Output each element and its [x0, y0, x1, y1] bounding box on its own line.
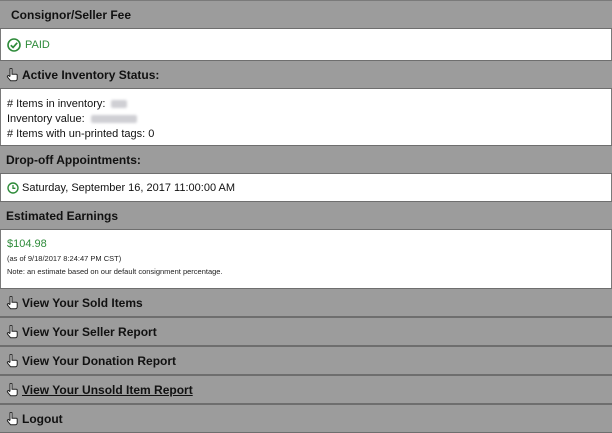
inventory-section: # Items in inventory: Inventory value: #…	[0, 89, 612, 145]
earnings-as-of: (as of 9/18/2017 8:24:47 PM CST)	[7, 254, 122, 263]
appointment-datetime: Saturday, September 16, 2017 11:00:00 AM	[22, 181, 236, 194]
inventory-title: Active Inventory Status:	[22, 67, 160, 82]
earnings-title: Estimated Earnings	[6, 208, 119, 223]
earnings-note: Note: an estimate based on our default c…	[7, 267, 223, 276]
unprinted-tags-value: 0	[148, 128, 155, 140]
logout-link[interactable]: Logout	[0, 404, 612, 433]
hand-pointer-icon	[6, 295, 18, 310]
consignor-fee-section: PAID	[0, 29, 612, 60]
view-unsold-report-link[interactable]: View Your Unsold Item Report	[0, 375, 612, 404]
earnings-amount: $104.98	[7, 238, 47, 250]
view-donation-report-link[interactable]: View Your Donation Report	[0, 346, 612, 375]
inventory-header[interactable]: Active Inventory Status:	[0, 60, 612, 89]
account-panel: Consignor/Seller Fee PAID Active Invento…	[0, 0, 612, 433]
earnings-header: Estimated Earnings	[0, 201, 612, 230]
check-circle-icon	[7, 37, 21, 52]
items-in-inventory-value-redacted	[111, 100, 128, 109]
hand-pointer-icon	[6, 67, 18, 82]
items-in-inventory-label: # Items in inventory:	[7, 98, 106, 110]
consignor-fee-title: Consignor/Seller Fee	[11, 7, 132, 22]
inventory-value-redacted	[90, 115, 137, 124]
view-sold-items-label: View Your Sold Items	[22, 295, 143, 310]
view-sold-items-link[interactable]: View Your Sold Items	[0, 288, 612, 317]
fee-status: PAID	[25, 38, 50, 51]
view-seller-report-link[interactable]: View Your Seller Report	[0, 317, 612, 346]
dropoff-header: Drop-off Appointments:	[0, 145, 612, 174]
view-donation-report-label: View Your Donation Report	[22, 353, 177, 368]
dropoff-title: Drop-off Appointments:	[6, 152, 141, 167]
items-in-inventory-row: # Items in inventory:	[7, 97, 611, 112]
clock-icon	[7, 181, 19, 194]
view-seller-report-label: View Your Seller Report	[22, 324, 157, 339]
unprinted-tags-row: # Items with un-printed tags: 0	[7, 127, 611, 142]
view-unsold-report-label: View Your Unsold Item Report	[22, 382, 193, 397]
unprinted-tags-label: # Items with un-printed tags:	[7, 128, 146, 140]
consignor-fee-header: Consignor/Seller Fee	[0, 0, 612, 29]
logout-label: Logout	[22, 411, 63, 426]
hand-pointer-icon	[6, 353, 18, 368]
dropoff-section: Saturday, September 16, 2017 11:00:00 AM	[0, 174, 612, 201]
hand-pointer-icon	[6, 382, 18, 397]
inventory-value-label: Inventory value:	[7, 113, 85, 125]
earnings-section: $104.98 (as of 9/18/2017 8:24:47 PM CST)…	[0, 230, 612, 288]
hand-pointer-icon	[6, 324, 18, 339]
inventory-value-row: Inventory value:	[7, 112, 611, 127]
hand-pointer-icon	[6, 411, 18, 426]
